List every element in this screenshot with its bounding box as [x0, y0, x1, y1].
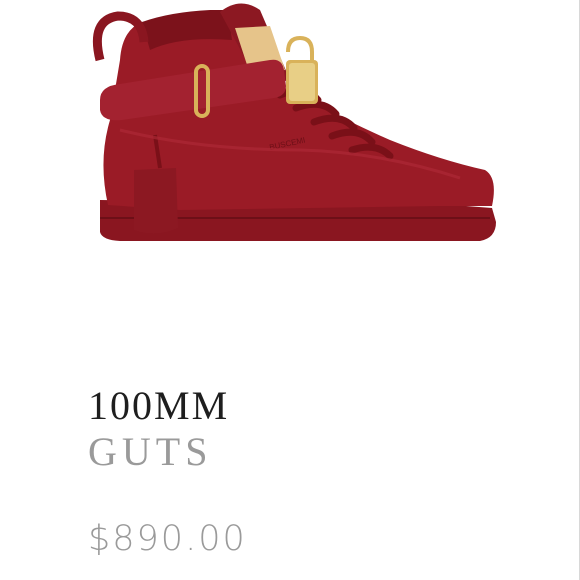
product-price: $890.00 [88, 519, 247, 559]
product-name-line-2[interactable]: GUTS [88, 432, 212, 472]
product-name-line-1[interactable]: 100MM [88, 386, 229, 426]
product-image[interactable]: BUSCEMI [60, 0, 520, 260]
product-card[interactable]: BUSCEMI 100MM GUTS $890.00 [0, 0, 580, 580]
sneaker-icon: BUSCEMI [92, 3, 496, 241]
